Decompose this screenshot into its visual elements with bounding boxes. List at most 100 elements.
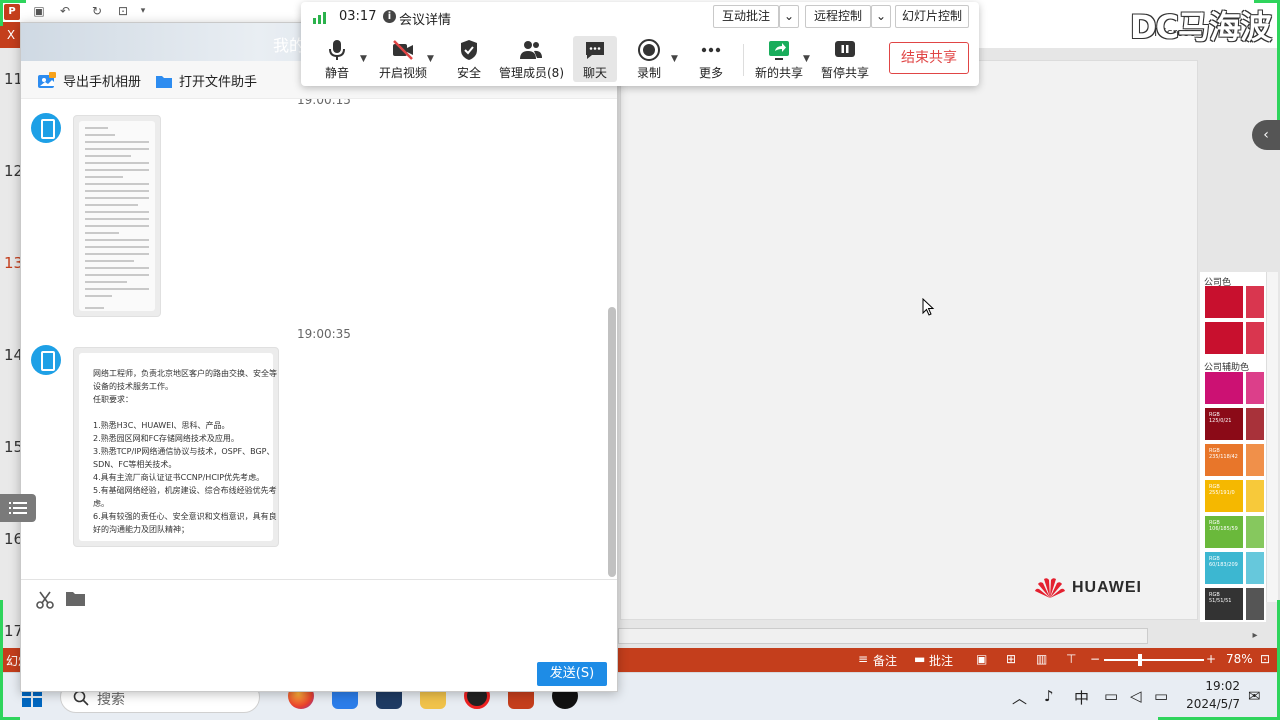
- send-button[interactable]: 发送(S): [537, 662, 607, 686]
- start-video-button[interactable]: 开启视频: [373, 36, 433, 82]
- color-swatch[interactable]: [1246, 480, 1264, 512]
- comments-icon[interactable]: ▬: [914, 652, 925, 666]
- zoom-out-icon[interactable]: −: [1090, 652, 1100, 666]
- current-slide[interactable]: [620, 60, 1198, 620]
- color-swatch[interactable]: [1246, 552, 1264, 584]
- color-swatch[interactable]: RGB 235/118/42: [1205, 444, 1243, 476]
- image-message[interactable]: [73, 115, 161, 317]
- chat-button[interactable]: 聊天: [573, 36, 617, 82]
- save-icon[interactable]: ▣: [32, 4, 46, 18]
- redo-icon[interactable]: ↻: [90, 4, 104, 18]
- comments-button[interactable]: 批注: [929, 652, 953, 669]
- manage-members-button[interactable]: 管理成员(8): [499, 36, 564, 82]
- color-swatch[interactable]: [1205, 286, 1243, 318]
- color-swatch[interactable]: [1205, 322, 1243, 354]
- color-swatch[interactable]: [1246, 444, 1264, 476]
- open-file-helper-button[interactable]: 打开文件助手: [155, 71, 257, 90]
- color-swatch[interactable]: [1246, 588, 1264, 620]
- remote-control-button[interactable]: 远程控制: [805, 5, 871, 28]
- security-button[interactable]: 安全: [439, 36, 499, 82]
- device-avatar-icon: [31, 345, 61, 375]
- folder-icon: [156, 75, 172, 88]
- more-button[interactable]: 更多: [681, 36, 741, 82]
- scroll-right-arrow-icon[interactable]: ▸: [1248, 628, 1262, 644]
- zoom-in-icon[interactable]: +: [1206, 652, 1216, 666]
- end-share-button[interactable]: 结束共享: [889, 42, 969, 74]
- notification-icon[interactable]: ✉: [1248, 687, 1261, 705]
- doc-text-line: SDN、FC等相关技术。: [93, 460, 177, 469]
- screen-icon[interactable]: ▭: [1104, 687, 1118, 705]
- interactive-annotation-button[interactable]: 互动批注: [713, 5, 779, 28]
- normal-view-icon[interactable]: ▣: [976, 652, 987, 666]
- color-swatch[interactable]: RGB 106/185/59: [1205, 516, 1243, 548]
- info-icon[interactable]: i: [383, 10, 396, 23]
- zoom-level[interactable]: 78%: [1226, 652, 1253, 666]
- color-swatch[interactable]: RGB 51/51/51: [1205, 588, 1243, 620]
- color-swatch[interactable]: [1246, 322, 1264, 354]
- doc-text-line: 3.熟悉TCP/IP网络通信协议与技术，OSPF、BGP、: [93, 447, 275, 456]
- slide-control-button[interactable]: 幻灯片控制: [895, 5, 969, 28]
- record-button[interactable]: 录制: [619, 36, 679, 82]
- mute-button[interactable]: 静音: [307, 36, 367, 82]
- album-icon: [38, 71, 56, 88]
- annotation-dropdown-chevron-icon[interactable]: ⌄: [779, 5, 799, 28]
- meeting-top-row: 03:17 i 会议详情 互动批注 ⌄ 远程控制 ⌄ 幻灯片控制: [301, 2, 979, 32]
- battery-icon[interactable]: ▭: [1154, 687, 1168, 705]
- volume-icon[interactable]: ◁: [1130, 687, 1142, 705]
- manage-members-label: 管理成员(8): [499, 66, 564, 80]
- present-icon[interactable]: ⊡: [116, 4, 130, 18]
- message-list[interactable]: 19:00:15 19:00:35 网络工程师，负责北京地区客户的路由交换、安全…: [21, 99, 617, 579]
- notes-icon[interactable]: ≡: [858, 652, 868, 666]
- powerpoint-icon: P: [4, 4, 20, 20]
- color-swatch[interactable]: RGB 60/183/209: [1205, 552, 1243, 584]
- zoom-slider-thumb[interactable]: [1138, 654, 1142, 666]
- meeting-timer: 03:17: [339, 9, 377, 24]
- audio-options-chevron-icon[interactable]: ▼: [360, 54, 367, 64]
- send-file-folder-icon[interactable]: [65, 590, 87, 608]
- slide-sorter-icon[interactable]: ⊞: [1006, 652, 1016, 666]
- zoom-slider[interactable]: [1104, 659, 1204, 661]
- image-message[interactable]: 网络工程师，负责北京地区客户的路由交换、安全等 设备的技术服务工作。 任职要求：…: [73, 347, 279, 547]
- color-swatch[interactable]: [1205, 372, 1243, 404]
- share-options-chevron-icon[interactable]: ▼: [803, 54, 810, 64]
- color-swatch[interactable]: RGB 255/191/0: [1205, 480, 1243, 512]
- customize-qa-icon[interactable]: ▾: [136, 4, 150, 18]
- doc-text-line: 1.熟悉H3C、HUAWEI、思科、产品。: [93, 421, 230, 430]
- undo-icon[interactable]: ↶: [58, 4, 72, 18]
- side-menu-handle[interactable]: [0, 494, 36, 522]
- horizontal-scrollbar[interactable]: [618, 628, 1148, 644]
- color-swatch[interactable]: RGB 125/0/21: [1205, 408, 1243, 440]
- clock-time[interactable]: 19:02: [1190, 679, 1240, 693]
- reading-view-icon[interactable]: ▥: [1036, 652, 1047, 666]
- microphone-icon: [329, 40, 345, 60]
- new-share-label: 新的共享: [754, 66, 803, 80]
- security-label: 安全: [456, 66, 481, 80]
- clock-date[interactable]: 2024/5/7: [1180, 697, 1240, 711]
- ppt-slide-panel-tab[interactable]: X: [0, 22, 22, 48]
- color-swatch[interactable]: [1246, 516, 1264, 548]
- pause-share-button[interactable]: 暂停共享: [815, 36, 875, 82]
- color-swatch[interactable]: [1246, 372, 1264, 404]
- meeting-control-bar: 03:17 i 会议详情 互动批注 ⌄ 远程控制 ⌄ 幻灯片控制 静音 ▼ 开启…: [301, 2, 979, 86]
- meeting-details-link[interactable]: 会议详情: [399, 9, 451, 28]
- collapse-panel-button[interactable]: ‹: [1252, 120, 1280, 150]
- notes-button[interactable]: 备注: [873, 652, 897, 669]
- microphone-icon[interactable]: ♪: [1044, 687, 1054, 705]
- show-hidden-icons-icon[interactable]: ︿: [1012, 687, 1027, 708]
- export-album-button[interactable]: 导出手机相册: [37, 71, 141, 90]
- new-share-button[interactable]: 新的共享: [749, 36, 809, 82]
- record-options-chevron-icon[interactable]: ▼: [671, 54, 678, 64]
- screenshot-scissors-icon[interactable]: [35, 590, 55, 610]
- message-input-area[interactable]: 发送(S): [21, 579, 617, 691]
- video-options-chevron-icon[interactable]: ▼: [427, 54, 434, 64]
- ime-indicator[interactable]: 中: [1074, 687, 1089, 708]
- mute-label: 静音: [324, 66, 349, 80]
- color-swatch[interactable]: [1246, 408, 1264, 440]
- fit-slide-icon[interactable]: ⊡: [1260, 652, 1270, 666]
- palette-scrollbar[interactable]: [1266, 272, 1278, 602]
- pause-icon: [835, 41, 855, 57]
- remote-dropdown-chevron-icon[interactable]: ⌄: [871, 5, 891, 28]
- color-swatch[interactable]: [1246, 286, 1264, 318]
- slideshow-icon[interactable]: ⊤: [1066, 652, 1076, 666]
- message-scrollbar[interactable]: [608, 307, 616, 577]
